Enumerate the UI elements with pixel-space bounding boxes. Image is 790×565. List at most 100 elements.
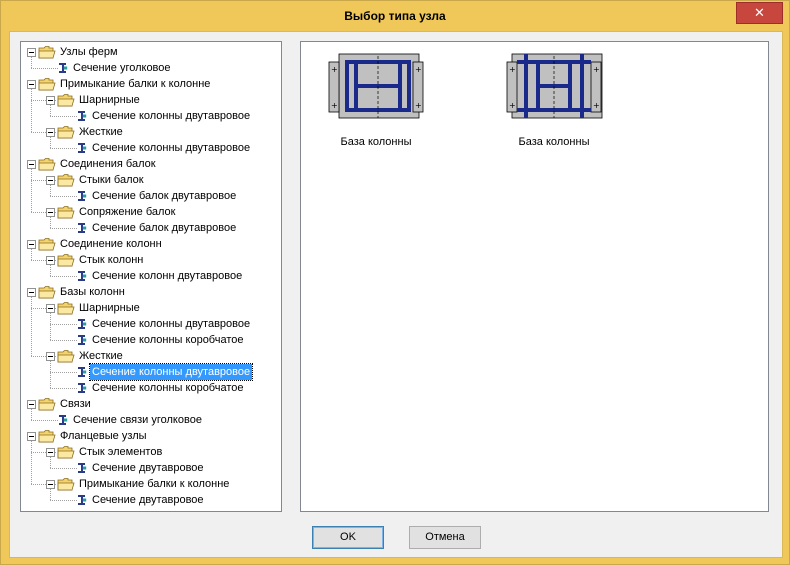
tree-leaf-node[interactable]: Сечение колонны двутавровое	[21, 363, 279, 381]
tree-node-label: Сечение колонны двутавровое	[92, 110, 251, 122]
tree-node-label: Жесткие	[79, 126, 123, 138]
tree-node-label: Сечение колонны коробчатое	[92, 382, 244, 394]
tree-node-label: Фланцевые узлы	[60, 430, 147, 442]
tree-folder-node[interactable]: Сопряжение балок	[21, 204, 279, 220]
tree-leaf-node[interactable]: Сечение колонны двутавровое	[21, 316, 279, 332]
collapse-toggle-icon[interactable]	[46, 480, 55, 489]
folder-open-icon	[57, 173, 75, 187]
tree-node-label: Сечение колонны коробчатое	[92, 334, 244, 346]
tree-node-label: Сечение колонны двутавровое	[92, 142, 251, 154]
folder-open-icon	[57, 477, 75, 491]
collapse-toggle-icon[interactable]	[27, 432, 36, 441]
folder-open-icon	[57, 205, 75, 219]
tree-node-label: Стыки балок	[79, 174, 144, 186]
tree-leaf-node[interactable]: Сечение колонны коробчатое	[21, 380, 279, 396]
dialog-window: Выбор типа узла ✕ Узлы ферм Сечение уголк…	[0, 0, 790, 565]
tree-leaf-node[interactable]: Сечение колонны двутавровое	[21, 140, 279, 156]
tree-folder-node[interactable]: Шарнирные	[21, 300, 279, 316]
tree-node-label: Соединения балок	[60, 158, 156, 170]
tree-folder-node[interactable]: Базы колонн	[21, 284, 279, 300]
ok-button[interactable]: OK	[312, 526, 384, 549]
folder-open-icon	[38, 77, 56, 91]
collapse-toggle-icon[interactable]	[46, 128, 55, 137]
tree-leaf-node[interactable]: Сечение балок двутавровое	[21, 220, 279, 236]
variant-item[interactable]: + + + + База колонны	[494, 52, 614, 148]
tree-folder-node[interactable]: Стык элементов	[21, 444, 279, 460]
tree-folder-node[interactable]: Соединение колонн	[21, 236, 279, 252]
tree-folder-node[interactable]: Шарнирные	[21, 92, 279, 108]
tree-node-label: Узлы ферм	[60, 46, 118, 58]
collapse-toggle-icon[interactable]	[46, 96, 55, 105]
tree-node-label: Шарнирные	[79, 302, 140, 314]
node-type-tree[interactable]: Узлы ферм Сечение уголковое Примыкание бал…	[20, 41, 282, 512]
folder-open-icon	[57, 349, 75, 363]
column-base-hinged-icon: + + + +	[506, 53, 603, 119]
dialog-title: Выбор типа узла	[344, 9, 446, 23]
folder-open-icon	[38, 285, 56, 299]
tree-node-label: Связи	[60, 398, 91, 410]
i-beam-section-icon	[77, 333, 87, 347]
svg-text:+: +	[509, 101, 516, 110]
i-beam-section-icon	[77, 381, 87, 395]
tree-folder-node[interactable]: Узлы ферм	[21, 44, 279, 60]
tree-folder-node[interactable]: Примыкание балки к колонне	[21, 476, 279, 492]
collapse-toggle-icon[interactable]	[46, 256, 55, 265]
collapse-toggle-icon[interactable]	[46, 448, 55, 457]
tree-node-label: Сечение уголковое	[73, 62, 171, 74]
tree-node-label: Шарнирные	[79, 94, 140, 106]
variant-caption: База колонны	[518, 136, 590, 148]
i-beam-section-icon	[77, 189, 87, 203]
collapse-toggle-icon[interactable]	[27, 48, 36, 57]
tree-node-label: Сечение колонн двутавровое	[92, 270, 243, 282]
tree-folder-node[interactable]: Стыки балок	[21, 172, 279, 188]
i-beam-section-icon	[77, 221, 87, 235]
variant-preview-panel: + + + + База колонны + + + + База колонн…	[300, 41, 769, 512]
close-button[interactable]: ✕	[736, 2, 783, 24]
collapse-toggle-icon[interactable]	[27, 400, 36, 409]
tree-node-label: Сечение балок двутавровое	[92, 222, 237, 234]
svg-text:+: +	[331, 101, 338, 110]
collapse-toggle-icon[interactable]	[27, 80, 36, 89]
svg-text:+: +	[415, 101, 422, 110]
tree-folder-node[interactable]: Связи	[21, 396, 279, 412]
collapse-toggle-icon[interactable]	[46, 352, 55, 361]
collapse-toggle-icon[interactable]	[27, 240, 36, 249]
title-bar: Выбор типа узла ✕	[1, 1, 789, 31]
tree-node-label: Сечение двутавровое	[92, 494, 204, 506]
tree-folder-node[interactable]: Фланцевые узлы	[21, 428, 279, 444]
tree-leaf-node[interactable]: Сечение балок двутавровое	[21, 188, 279, 204]
folder-open-icon	[38, 157, 56, 171]
variant-caption: База колонны	[340, 136, 412, 148]
tree-leaf-node[interactable]: Сечение колонны коробчатое	[21, 332, 279, 348]
close-icon: ✕	[754, 5, 765, 20]
collapse-toggle-icon[interactable]	[46, 208, 55, 217]
folder-open-icon	[38, 397, 56, 411]
tree-node-label: Стык колонн	[79, 254, 144, 266]
tree-leaf-node[interactable]: Сечение двутавровое	[21, 492, 279, 508]
tree-folder-node[interactable]: Жесткие	[21, 348, 279, 364]
i-beam-section-icon	[77, 493, 87, 507]
collapse-toggle-icon[interactable]	[27, 160, 36, 169]
cancel-button[interactable]: Отмена	[409, 526, 481, 549]
i-beam-section-icon	[77, 141, 87, 155]
i-beam-section-icon	[77, 365, 87, 379]
tree-folder-node[interactable]: Жесткие	[21, 124, 279, 140]
tree-leaf-node[interactable]: Сечение связи уголковое	[21, 412, 279, 428]
tree-leaf-node[interactable]: Сечение колонны двутавровое	[21, 108, 279, 124]
tree-folder-node[interactable]: Примыкание балки к колонне	[21, 76, 279, 92]
collapse-toggle-icon[interactable]	[27, 288, 36, 297]
tree-node-label: Примыкание балки к колонне	[79, 478, 230, 490]
variant-item[interactable]: + + + + База колонны	[316, 52, 436, 148]
i-beam-section-icon	[77, 109, 87, 123]
folder-open-icon	[57, 445, 75, 459]
tree-leaf-node[interactable]: Сечение колонн двутавровое	[21, 268, 279, 284]
collapse-toggle-icon[interactable]	[46, 176, 55, 185]
svg-text:+: +	[415, 65, 422, 74]
tree-leaf-node[interactable]: Сечение уголковое	[21, 60, 279, 76]
collapse-toggle-icon[interactable]	[46, 304, 55, 313]
tree-leaf-node[interactable]: Сечение двутавровое	[21, 460, 279, 476]
tree-folder-node[interactable]: Стык колонн	[21, 252, 279, 268]
tree-folder-node[interactable]: Соединения балок	[21, 156, 279, 172]
folder-open-icon	[57, 125, 75, 139]
folder-open-icon	[57, 93, 75, 107]
